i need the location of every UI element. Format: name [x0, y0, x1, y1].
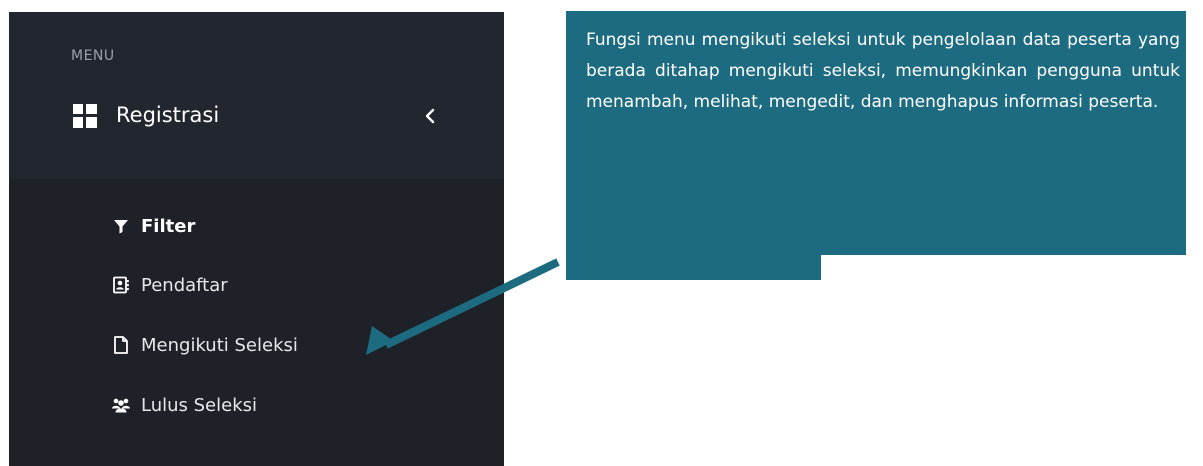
callout-box — [566, 11, 1186, 280]
chevron-left-icon[interactable] — [423, 105, 437, 127]
users-icon — [112, 398, 130, 413]
submenu-item-label: Lulus Seleksi — [141, 394, 258, 416]
menu-header: MENU — [71, 48, 115, 64]
submenu-item-mengikuti-seleksi[interactable]: Mengikuti Seleksi — [111, 328, 298, 362]
submenu-item-label: Filter — [141, 215, 196, 237]
document-icon — [114, 336, 128, 354]
callout: Fungsi menu mengikuti seleksi untuk peng… — [566, 11, 1186, 286]
registrasi-submenu: Filter Pendaftar Mengikuti Seleksi Lulus… — [9, 179, 504, 466]
grid-icon — [73, 104, 97, 128]
sidebar: MENU Registrasi Filter Pendaftar Mengiku… — [9, 12, 504, 466]
submenu-item-label: Mengikuti Seleksi — [141, 334, 298, 356]
filter-icon — [114, 220, 128, 234]
submenu-item-pendaftar[interactable]: Pendaftar — [111, 268, 228, 302]
submenu-item-label: Pendaftar — [141, 274, 228, 296]
submenu-item-lulus-seleksi[interactable]: Lulus Seleksi — [111, 388, 257, 422]
sidebar-item-label: Registrasi — [116, 103, 220, 127]
submenu-item-filter[interactable]: Filter — [111, 209, 195, 243]
contact-card-icon — [113, 276, 129, 294]
callout-text: Fungsi menu mengikuti seleksi untuk peng… — [586, 30, 1180, 112]
sidebar-item-registrasi[interactable]: Registrasi — [9, 90, 504, 152]
